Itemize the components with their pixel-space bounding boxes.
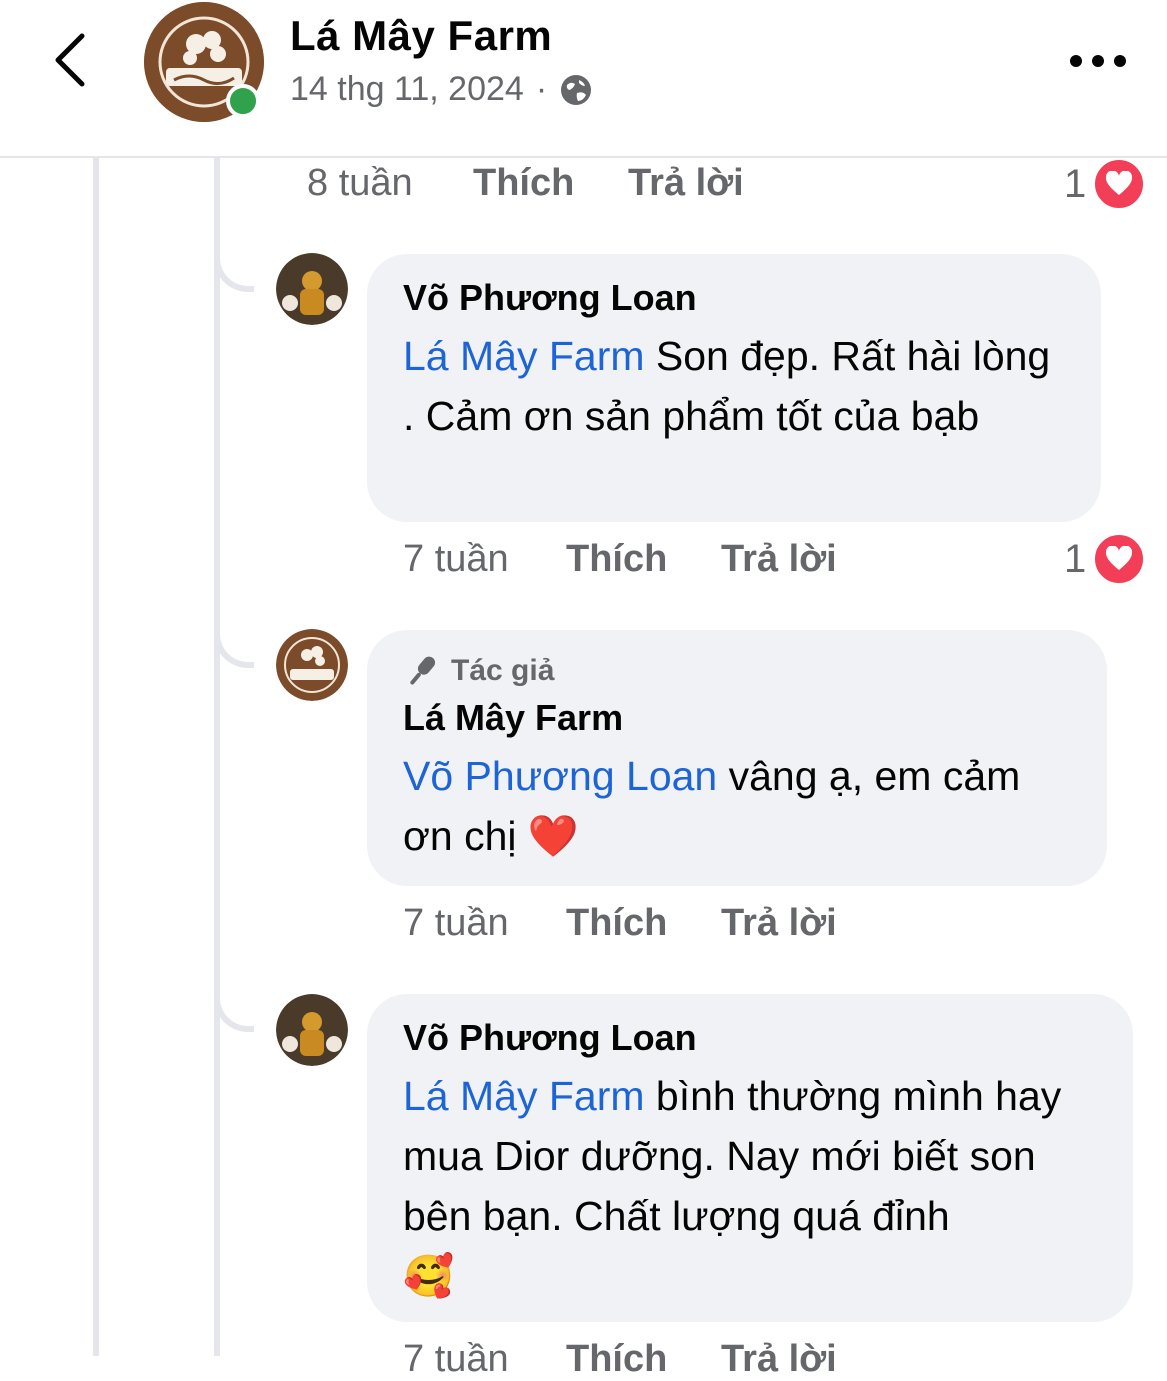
post-header: Lá Mây Farm 14 thg 11, 2024 · <box>0 0 1167 158</box>
globe-icon <box>561 74 592 105</box>
comment-actions: 7 tuần Thích Trả lời <box>403 1338 837 1381</box>
comment-actions: 7 tuần Thích Trả lời <box>403 538 837 581</box>
reaction-count: 1 <box>1064 536 1087 581</box>
comment-bubble: Võ Phương Loan Lá Mây Farm bình thường m… <box>367 994 1133 1322</box>
like-button[interactable]: Thích <box>566 902 721 945</box>
reaction-summary[interactable]: 1 <box>1064 532 1147 586</box>
reply-button[interactable]: Trả lời <box>628 162 744 205</box>
author-badge: Tác giả <box>403 652 1071 690</box>
reply-connector <box>214 608 254 668</box>
comment-author[interactable]: Võ Phương Loan <box>403 276 1065 320</box>
page-avatar-small[interactable] <box>276 629 348 701</box>
user-avatar[interactable] <box>276 253 348 325</box>
back-arrow-icon[interactable] <box>48 30 92 90</box>
comment-text: Võ Phương Loan vâng ạ, em cảm ơn chị ❤️ <box>403 746 1071 866</box>
reply-button[interactable]: Trả lời <box>721 1338 837 1381</box>
microphone-icon <box>410 656 436 685</box>
comment-bubble: Tác giả Lá Mây Farm Võ Phương Loan vâng … <box>367 630 1107 886</box>
like-button[interactable]: Thích <box>566 538 721 581</box>
comment-time: 7 tuần <box>403 902 509 944</box>
reply-connector <box>214 232 254 292</box>
thread-line-inner <box>214 156 220 1356</box>
post-date: 14 thg 11, 2024 <box>290 70 524 108</box>
comment-time: 7 tuần <box>403 1338 509 1380</box>
comment-bubble: Võ Phương Loan Lá Mây Farm Son đẹp. Rất … <box>367 254 1101 522</box>
comment-author[interactable]: Võ Phương Loan <box>403 1016 1097 1060</box>
author-badge-label: Tác giả <box>451 654 555 687</box>
like-button[interactable]: Thích <box>473 162 628 205</box>
comment-time: 7 tuần <box>403 538 509 580</box>
mention-link[interactable]: Võ Phương Loan <box>403 753 717 799</box>
comment-text: Lá Mây Farm bình thường mình hay mua Dio… <box>403 1066 1097 1306</box>
thread-line-outer <box>93 156 99 1356</box>
smiling-hearts-emoji: 🥰 <box>403 1253 455 1299</box>
comment-author[interactable]: Lá Mây Farm <box>403 696 1071 740</box>
comment-actions: 7 tuần Thích Trả lời <box>403 902 837 945</box>
reply-button[interactable]: Trả lời <box>721 538 837 581</box>
comment-text: Lá Mây Farm Son đẹp. Rất hài lòng . Cảm … <box>403 326 1065 446</box>
like-button[interactable]: Thích <box>566 1338 721 1381</box>
mention-link[interactable]: Lá Mây Farm <box>403 1073 645 1119</box>
page-name[interactable]: Lá Mây Farm <box>290 12 552 60</box>
reply-button[interactable]: Trả lời <box>721 902 837 945</box>
reaction-count: 1 <box>1064 161 1087 206</box>
heart-reaction-icon <box>1092 157 1147 211</box>
heart-emoji: ❤️ <box>527 813 579 859</box>
mention-link[interactable]: Lá Mây Farm <box>403 333 645 379</box>
online-status-dot <box>226 84 260 118</box>
comment-time: 8 tuần <box>307 162 413 204</box>
comment-actions: 8 tuần Thích Trả lời <box>307 162 744 205</box>
meta-separator: · <box>535 70 548 108</box>
heart-reaction-icon <box>1092 532 1147 586</box>
more-options-icon[interactable] <box>1068 52 1128 70</box>
post-meta: 14 thg 11, 2024 · <box>290 70 593 109</box>
user-avatar[interactable] <box>276 994 348 1066</box>
reply-connector <box>214 972 254 1032</box>
reaction-summary[interactable]: 1 <box>1064 157 1147 211</box>
